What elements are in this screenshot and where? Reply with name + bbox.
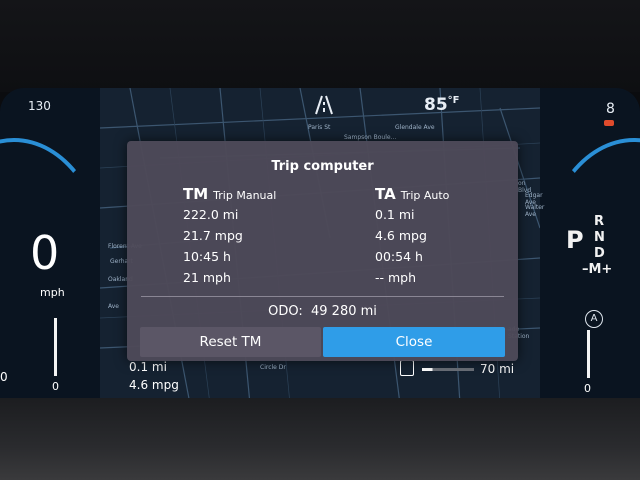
ta-speed: -- mph bbox=[375, 270, 417, 285]
fuel-range: 70 mi bbox=[480, 362, 515, 376]
speed-limit-value: 130 bbox=[28, 99, 51, 113]
ta-header: TA Trip Auto bbox=[375, 185, 450, 203]
dialog-divider bbox=[141, 296, 504, 297]
map-label: Ave bbox=[108, 303, 119, 310]
map-label: Glendale Ave bbox=[395, 124, 435, 131]
tm-speed: 21 mph bbox=[183, 270, 231, 285]
tm-header: TM Trip Manual bbox=[183, 185, 277, 203]
ta-distance: 0.1 mi bbox=[375, 207, 415, 222]
map-label: Sampson Boule... bbox=[344, 134, 397, 141]
tm-economy: 21.7 mpg bbox=[183, 228, 243, 243]
gear-selected: P bbox=[566, 226, 584, 254]
trip-distance: 0.1 mi bbox=[129, 360, 167, 374]
tachometer-needle bbox=[587, 330, 590, 378]
gear-manual: –M+ bbox=[582, 262, 613, 277]
trip-computer-dialog: Trip computer TM Trip Manual 222.0 mi 21.… bbox=[127, 141, 518, 361]
dialog-title: Trip computer bbox=[271, 159, 374, 174]
tm-distance: 222.0 mi bbox=[183, 207, 239, 222]
gear-r: R bbox=[594, 214, 605, 229]
speedometer-scale-zero: 0 bbox=[52, 380, 59, 393]
warning-indicator-icon bbox=[604, 120, 614, 126]
auto-start-stop-icon: A bbox=[585, 310, 603, 328]
gear-d: D bbox=[594, 246, 605, 261]
ta-time: 00:54 h bbox=[375, 249, 423, 264]
tm-time: 10:45 h bbox=[183, 249, 231, 264]
close-button[interactable]: Close bbox=[323, 327, 505, 357]
map-label: Walter Ave bbox=[525, 204, 545, 218]
speedometer-needle bbox=[54, 318, 57, 376]
tachometer-scale-zero: 0 bbox=[584, 382, 591, 395]
fuel-pump-icon bbox=[400, 360, 414, 376]
map-label: Circle Dr bbox=[260, 364, 286, 371]
outside-temperature: 85°F bbox=[424, 95, 460, 115]
road-icon bbox=[312, 94, 336, 116]
fuel-level-bar bbox=[422, 368, 474, 371]
speed-unit: mph bbox=[40, 286, 65, 299]
right-status-number: 8 bbox=[606, 101, 615, 117]
dashboard-bezel-bottom bbox=[0, 398, 640, 480]
trip-economy: 4.6 mpg bbox=[129, 378, 179, 392]
dashboard-bezel-top bbox=[0, 0, 640, 92]
left-edge-value: 0 bbox=[0, 370, 8, 384]
map-label: Paris St bbox=[308, 124, 331, 131]
odometer: ODO: 49 280 mi bbox=[268, 304, 377, 319]
reset-tm-button[interactable]: Reset TM bbox=[140, 327, 321, 357]
ta-economy: 4.6 mpg bbox=[375, 228, 427, 243]
gear-n: N bbox=[594, 230, 605, 245]
speed-value: 0 bbox=[30, 226, 60, 280]
